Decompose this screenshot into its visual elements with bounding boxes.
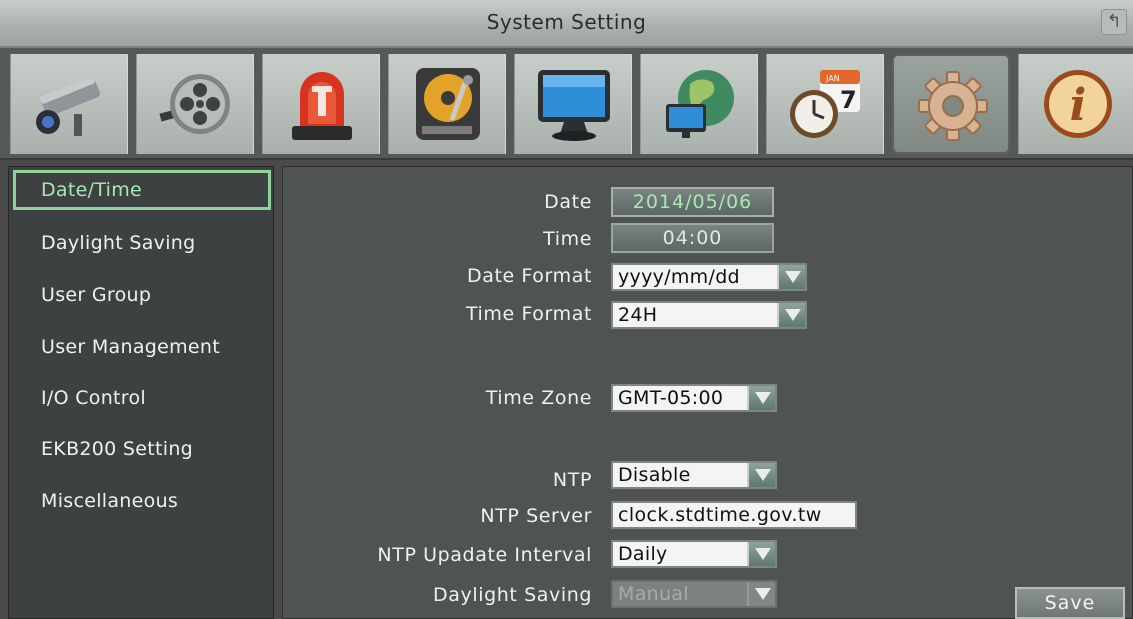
clock-calendar-icon: JAN 7 bbox=[790, 70, 860, 138]
ntp-interval-label: NTP Upadate Interval bbox=[377, 544, 592, 566]
daylight-saving-select: Manual bbox=[611, 580, 777, 608]
menu-item-daylight-saving[interactable]: Daylight Saving bbox=[13, 223, 271, 263]
daylight-saving-label: Daylight Saving bbox=[433, 584, 592, 606]
menu-item-user-group[interactable]: User Group bbox=[13, 275, 271, 315]
ntp-interval-select[interactable]: Daily bbox=[611, 540, 777, 568]
daylight-saving-value: Manual bbox=[618, 583, 689, 605]
category-storage[interactable] bbox=[388, 54, 506, 154]
time-label: Time bbox=[543, 228, 592, 250]
chevron-down-icon bbox=[777, 303, 805, 327]
monitor-icon bbox=[538, 70, 610, 141]
date-format-value: yyyy/mm/dd bbox=[618, 266, 740, 288]
category-event[interactable] bbox=[262, 54, 380, 154]
time-format-label: Time Format bbox=[465, 303, 592, 325]
category-display[interactable] bbox=[514, 54, 632, 154]
back-icon[interactable]: ↰ bbox=[1101, 9, 1127, 35]
title-bar: System Setting ↰ bbox=[0, 0, 1133, 48]
ntp-value: Disable bbox=[618, 464, 691, 486]
time-zone-label: Time Zone bbox=[485, 387, 592, 409]
ntp-label: NTP bbox=[552, 469, 592, 491]
chevron-down-icon bbox=[747, 542, 775, 566]
date-time-panel: Date 2014/05/06 Time 04:00 Date Format y… bbox=[282, 166, 1133, 619]
info-icon: i bbox=[1044, 70, 1112, 138]
menu-item-io-control[interactable]: I/O Control bbox=[13, 378, 271, 418]
category-playback[interactable] bbox=[136, 54, 254, 154]
time-format-value: 24H bbox=[618, 304, 658, 326]
calendar-month: JAN bbox=[825, 74, 840, 83]
time-format-select[interactable]: 24H bbox=[611, 301, 807, 329]
chevron-down-icon bbox=[777, 265, 805, 289]
date-format-select[interactable]: yyyy/mm/dd bbox=[611, 263, 807, 291]
ntp-select[interactable]: Disable bbox=[611, 461, 777, 489]
calendar-day: 7 bbox=[840, 86, 857, 114]
film-reel-icon bbox=[159, 74, 230, 134]
chevron-down-icon bbox=[747, 582, 775, 606]
info-letter: i bbox=[1070, 80, 1087, 131]
menu-item-ekb200-setting[interactable]: EKB200 Setting bbox=[13, 429, 271, 469]
date-label: Date bbox=[544, 191, 592, 213]
category-camera[interactable] bbox=[10, 54, 128, 154]
category-toolbar: JAN 7 i bbox=[0, 48, 1133, 160]
menu-item-user-management[interactable]: User Management bbox=[13, 327, 271, 367]
time-zone-select[interactable]: GMT-05:00 bbox=[611, 384, 777, 412]
category-system-setting[interactable] bbox=[892, 54, 1010, 154]
menu-item-date-time[interactable]: Date/Time bbox=[13, 170, 271, 210]
gear-icon bbox=[918, 71, 988, 141]
date-format-label: Date Format bbox=[466, 265, 592, 287]
ntp-server-label: NTP Server bbox=[480, 505, 592, 527]
window-title: System Setting bbox=[486, 10, 647, 34]
time-zone-value: GMT-05:00 bbox=[618, 387, 724, 409]
time-field[interactable]: 04:00 bbox=[611, 223, 774, 253]
network-globe-icon bbox=[666, 70, 734, 138]
ntp-interval-value: Daily bbox=[618, 543, 668, 565]
category-information[interactable]: i bbox=[1018, 54, 1133, 154]
camera-icon bbox=[36, 76, 100, 136]
category-network[interactable] bbox=[640, 54, 758, 154]
date-field[interactable]: 2014/05/06 bbox=[611, 187, 774, 217]
category-schedule[interactable]: JAN 7 bbox=[766, 54, 884, 154]
save-button[interactable]: Save bbox=[1015, 587, 1125, 619]
ntp-server-input[interactable]: clock.stdtime.gov.tw bbox=[611, 501, 857, 529]
settings-menu: Date/Time Daylight Saving User Group Use… bbox=[8, 166, 274, 619]
chevron-down-icon bbox=[747, 463, 775, 487]
chevron-down-icon bbox=[747, 386, 775, 410]
alarm-light-icon bbox=[292, 72, 352, 140]
hard-disk-icon bbox=[416, 68, 480, 140]
menu-item-miscellaneous[interactable]: Miscellaneous bbox=[13, 481, 271, 521]
